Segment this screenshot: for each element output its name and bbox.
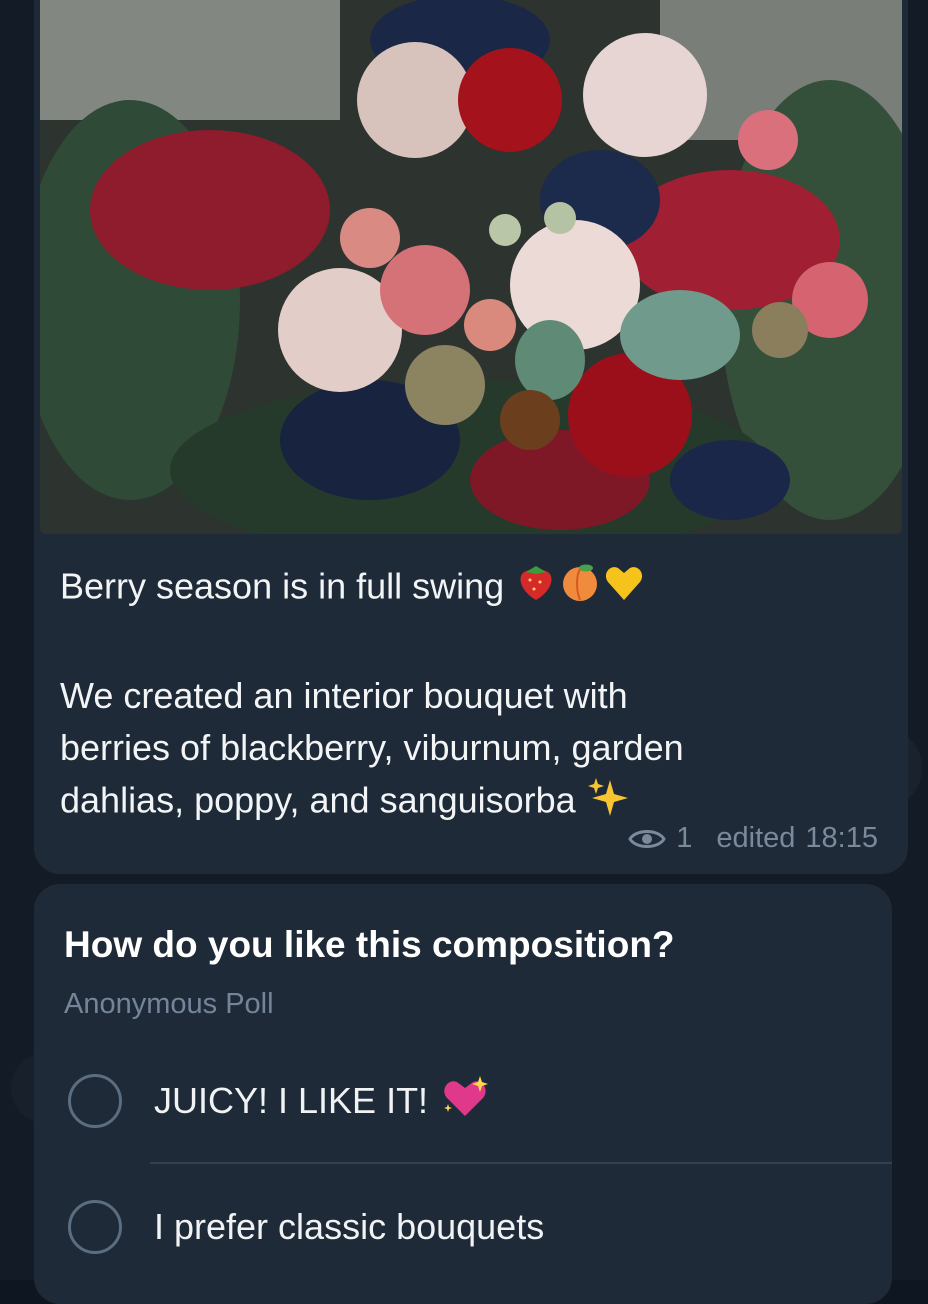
- option-text: I prefer classic bouquets: [154, 1206, 545, 1247]
- option-text: JUICY! I LIKE IT!: [154, 1080, 429, 1121]
- bouquet-photo[interactable]: [40, 0, 902, 534]
- radio-button[interactable]: [68, 1200, 122, 1254]
- caption-text: Berry season is in full swing: [60, 565, 505, 607]
- option-divider: [150, 1162, 892, 1164]
- message-meta: 1 edited 18:15: [628, 822, 878, 855]
- message-bubble[interactable]: Berry season is in full swing We created…: [34, 0, 908, 874]
- caption-line-3: berries of blackberry, viburnum, garden: [60, 727, 684, 768]
- caption-line-2: We created an interior bouquet with: [60, 675, 628, 716]
- caption-text: dahlias, poppy, and sanguisorba: [60, 779, 576, 821]
- poll-question: How do you like this composition?: [64, 924, 675, 965]
- sparkling-heart-emoji: [440, 1074, 490, 1129]
- yellow-heart-emoji: [602, 560, 646, 618]
- poll-option-2[interactable]: I prefer classic bouquets: [68, 1182, 892, 1272]
- poll-type-label: Anonymous Poll: [64, 988, 274, 1020]
- radio-button[interactable]: [68, 1074, 122, 1128]
- message-time: 18:15: [805, 822, 878, 854]
- poll-option-1[interactable]: JUICY! I LIKE IT!: [68, 1056, 892, 1146]
- edited-label: edited: [716, 822, 796, 854]
- poll-option-label: I prefer classic bouquets: [154, 1206, 544, 1248]
- sparkles-emoji: [586, 774, 630, 832]
- poll-option-label: JUICY! I LIKE IT!: [154, 1074, 490, 1129]
- poll-bubble: How do you like this composition? Anonym…: [34, 884, 892, 1304]
- post-caption: Berry season is in full swing We created…: [60, 560, 880, 832]
- view-count: 1: [676, 822, 693, 854]
- strawberry-emoji: [514, 560, 558, 618]
- eye-icon: [628, 826, 667, 852]
- caption-line-1: Berry season is in full swing: [60, 560, 880, 618]
- peach-emoji: [558, 560, 602, 618]
